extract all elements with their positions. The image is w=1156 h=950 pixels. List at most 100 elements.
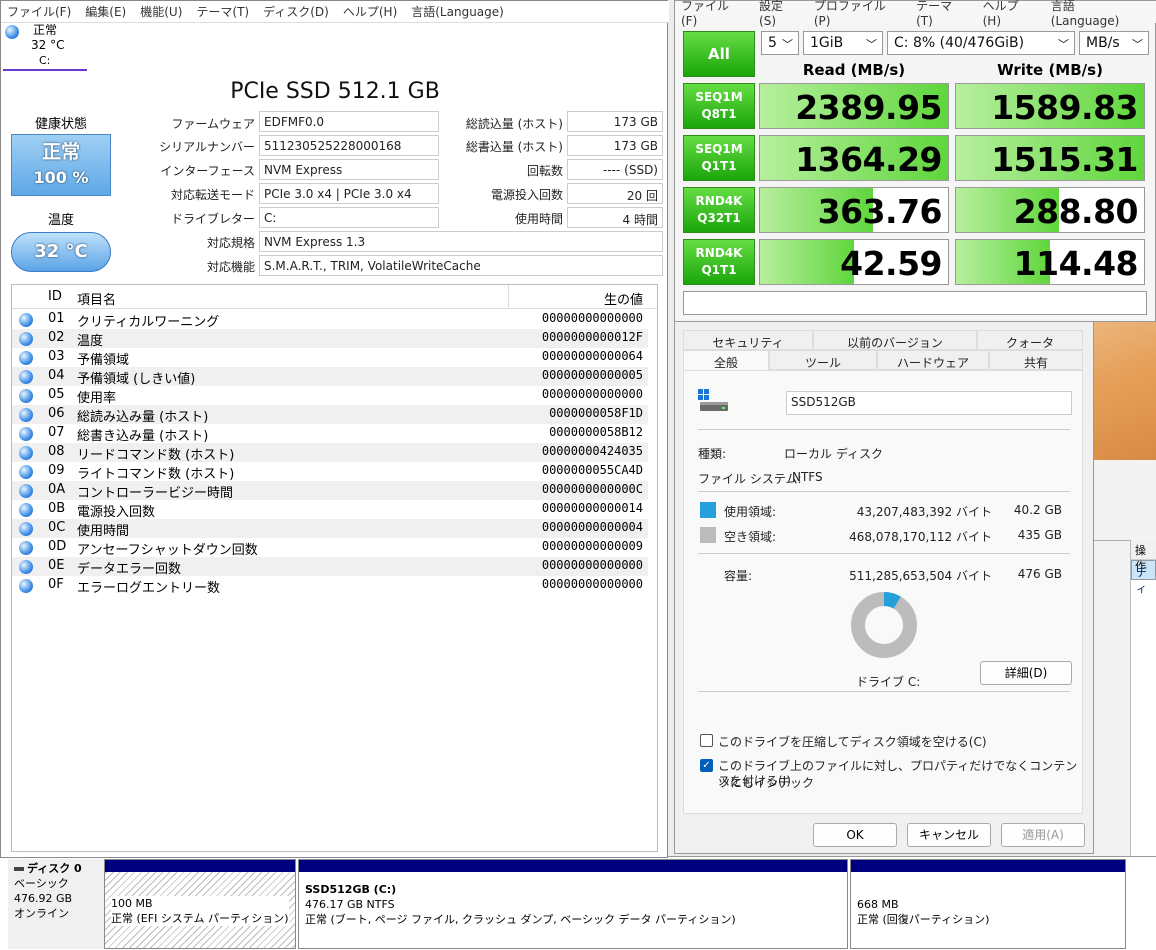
write-column-header: Write (MB/s) [997, 61, 1103, 79]
tab-general[interactable]: 全般 [683, 350, 769, 370]
partition-status: 正常 (回復パーティション) [857, 913, 990, 926]
drive-select[interactable]: C: 8% (40/476GiB) ﹀ [887, 31, 1075, 55]
cdm-menu-item[interactable]: 言語(Language) [1051, 0, 1143, 28]
smart-name: 予備領域 [77, 353, 130, 368]
smart-name: コントローラービジー時間 [77, 486, 234, 501]
power-count-label: 電源投入回数 [490, 188, 563, 202]
cancel-button[interactable]: キャンセル [907, 823, 991, 847]
partition-c[interactable]: SSD512GB (C:) 476.17 GB NTFS 正常 (ブート, ペー… [298, 859, 848, 949]
write-result-2: 1515.31 [955, 135, 1145, 181]
smart-row[interactable]: 01 クリティカルワーニング 00000000000000 [12, 310, 648, 330]
cdm-comment-field[interactable] [683, 291, 1147, 315]
cdi-menu-item[interactable]: 機能(U) [140, 3, 182, 20]
drive-tab-c[interactable]: 正常 32 °C C: [3, 23, 87, 71]
read-result-4: 42.59 [759, 239, 949, 285]
smart-row[interactable]: 04 予備領域 (しきい値) 00000000000005 [12, 367, 648, 387]
tab-hardware[interactable]: ハードウェア [877, 350, 989, 370]
smart-row[interactable]: 0C 使用時間 00000000000004 [12, 519, 648, 539]
partition-recovery[interactable]: 668 MB 正常 (回復パーティション) [850, 859, 1126, 949]
tab-previous-versions[interactable]: 以前のバージョン [813, 330, 977, 350]
capacity-bytes: 511,285,653,504 バイト [849, 569, 992, 583]
used-space-bytes: 43,207,483,392 バイト [856, 505, 992, 519]
smart-row[interactable]: 07 総書き込み量 (ホスト) 0000000058B12 [12, 424, 648, 444]
smart-row[interactable]: 03 予備領域 00000000000064 [12, 348, 648, 368]
read-result-value: 1364.29 [795, 140, 942, 179]
cdi-menu-item[interactable]: ヘルプ(H) [343, 3, 397, 20]
write-result-value: 1515.31 [991, 140, 1138, 179]
cdi-menu-item[interactable]: ファイル(F) [7, 3, 71, 20]
column-name-header[interactable]: 項目名 [77, 289, 116, 308]
smart-row[interactable]: 0F エラーログエントリー数 00000000000000 [12, 576, 648, 596]
tab-tools[interactable]: ツール [769, 350, 877, 370]
test-button-3[interactable]: RND4K Q32T1 [683, 187, 755, 233]
read-result-1: 2389.95 [759, 83, 949, 129]
cdi-menu-item[interactable]: 言語(Language) [411, 3, 504, 20]
disk-cleanup-details-button[interactable]: 詳細(D) [980, 661, 1072, 685]
write-result-value: 1589.83 [991, 88, 1138, 127]
health-status-button[interactable]: 正常 100 % [11, 134, 111, 196]
free-space-bytes: 468,078,170,112 バイト [849, 530, 992, 544]
smart-row[interactable]: 02 温度 0000000000012F [12, 329, 648, 349]
drive-name-input[interactable]: SSD512GB [786, 391, 1072, 415]
test-button-1[interactable]: SEQ1M Q8T1 [683, 83, 755, 129]
unit-select[interactable]: MB/s ﹀ [1079, 31, 1149, 55]
apply-button[interactable]: 適用(A) [1001, 823, 1085, 847]
smart-row[interactable]: 09 ライトコマンド数 (ホスト) 0000000055CA4D [12, 462, 648, 482]
smart-row[interactable]: 0B 電源投入回数 00000000000014 [12, 500, 648, 520]
smart-row[interactable]: 05 使用率 00000000000000 [12, 386, 648, 406]
smart-attribute-table[interactable]: ID 項目名 生の値 01 クリティカルワーニング 00000000000000 02… [11, 284, 658, 852]
total-writes-value: 173 GB [567, 135, 663, 156]
read-result-value: 363.76 [817, 192, 943, 231]
test-button-2[interactable]: SEQ1M Q1T1 [683, 135, 755, 181]
partition-bar [851, 860, 1125, 872]
partition-efi[interactable]: 100 MB 正常 (EFI システム パーティション) [104, 859, 296, 949]
compress-label: このドライブを圧縮してディスク領域を空ける(C) [718, 735, 987, 749]
disk-0-label[interactable]: ディスク 0 ベーシック 476.92 GB オンライン [8, 859, 104, 949]
status-ball-icon [19, 389, 33, 403]
tab-security[interactable]: セキュリティ [683, 330, 813, 350]
partition-size: 100 MB [111, 897, 153, 910]
tab-sharing[interactable]: 共有 [989, 350, 1083, 370]
smart-row[interactable]: 06 総読み込み量 (ホスト) 0000000058F1D [12, 405, 648, 425]
compress-checkbox[interactable] [700, 734, 713, 747]
ok-button[interactable]: OK [813, 823, 897, 847]
smart-row[interactable]: 0A コントローラービジー時間 0000000000000C [12, 481, 648, 501]
capacity-label: 容量: [724, 569, 753, 583]
cdi-menu-item[interactable]: ディスク(D) [263, 3, 329, 20]
cdm-menu-item[interactable]: テーマ(T) [916, 0, 969, 28]
cdi-menu-item[interactable]: テーマ(T) [196, 3, 249, 20]
type-label: 種類: [698, 447, 727, 461]
column-raw-header[interactable]: 生の値 [509, 289, 643, 308]
smart-row[interactable]: 08 リードコマンド数 (ホスト) 00000000424035 [12, 443, 648, 463]
firmware-label: ファームウェア [171, 117, 255, 131]
temperature-button[interactable]: 32 °C [11, 232, 111, 272]
unit-select-value: MB/s [1086, 35, 1120, 51]
cdm-menu-item[interactable]: ファイル(F) [681, 0, 745, 28]
smart-name: クリティカルワーニング [77, 315, 220, 330]
cdm-menu-bar: ファイル(F) 設定(S) プロファイル(P) テーマ(T) ヘルプ(H) 言語(Lang… [675, 0, 1156, 28]
run-all-button[interactable]: All [683, 31, 755, 77]
read-result-3: 363.76 [759, 187, 949, 233]
test-button-4[interactable]: RND4K Q1T1 [683, 239, 755, 285]
smart-name: 総読み込み量 (ホスト) [77, 410, 209, 425]
test-size-select[interactable]: 1GiB ﹀ [803, 31, 883, 55]
write-result-4: 114.48 [955, 239, 1145, 285]
smart-row[interactable]: 0D アンセーフシャットダウン回数 00000000000009 [12, 538, 648, 558]
test-count-select[interactable]: 5 ﹀ [761, 31, 799, 55]
drive-letter-value: C: [259, 207, 439, 228]
tab-quota[interactable]: クォータ [977, 330, 1083, 350]
chevron-down-icon: ﹀ [866, 38, 877, 51]
smart-name: アンセーフシャットダウン回数 [77, 543, 258, 558]
cdm-menu-item[interactable]: ヘルプ(H) [983, 0, 1037, 28]
cdm-menu-item[interactable]: プロファイル(P) [814, 0, 902, 28]
column-id-header[interactable]: ID [48, 289, 62, 304]
health-percent: 100 % [33, 168, 89, 187]
cdi-menu-item[interactable]: 編集(E) [85, 3, 126, 20]
smart-row[interactable]: 0E データエラー回数 00000000000000 [12, 557, 648, 577]
test-name: RND4K [695, 194, 743, 208]
smart-name: 電源投入回数 [77, 505, 156, 520]
cdm-menu-item[interactable]: 設定(S) [759, 0, 800, 28]
test-count-value: 5 [768, 35, 777, 51]
disk-size: 476.92 GB [14, 892, 73, 905]
index-checkbox[interactable]: ✓ [700, 759, 713, 772]
